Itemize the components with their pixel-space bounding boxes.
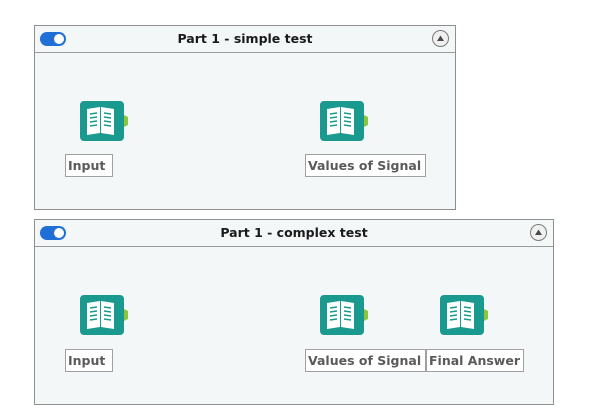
container-title: Part 1 - simple test xyxy=(177,31,313,46)
chevron-up-icon xyxy=(535,229,542,235)
container-header[interactable]: Part 1 - complex test xyxy=(35,220,553,247)
tool-values-of-signal[interactable] xyxy=(320,291,368,339)
book-icon xyxy=(80,295,128,335)
container-title: Part 1 - complex test xyxy=(220,225,368,240)
collapse-button[interactable] xyxy=(530,224,547,241)
tool-label-input[interactable]: Input xyxy=(65,349,113,372)
tool-values-of-signal[interactable] xyxy=(320,97,368,145)
book-icon xyxy=(440,295,488,335)
tool-label-input[interactable]: Input xyxy=(65,154,113,177)
chevron-up-icon xyxy=(437,35,444,41)
tool-input[interactable] xyxy=(80,97,128,145)
tool-input[interactable] xyxy=(80,291,128,339)
tool-final-answer[interactable] xyxy=(440,291,488,339)
container-simple-test[interactable]: Part 1 - simple test Input Values of Sig… xyxy=(34,25,456,210)
tool-label-values-of-signal[interactable]: Values of Signal xyxy=(305,349,426,372)
book-icon xyxy=(320,101,368,141)
collapse-button[interactable] xyxy=(432,30,449,47)
container-complex-test[interactable]: Part 1 - complex test Input Values of Si… xyxy=(34,219,554,405)
tool-label-final-answer[interactable]: Final Answer xyxy=(426,349,524,372)
workflow-canvas[interactable]: Part 1 - simple test Input Values of Sig… xyxy=(0,0,593,417)
tool-label-values-of-signal[interactable]: Values of Signal xyxy=(305,154,426,177)
container-header[interactable]: Part 1 - simple test xyxy=(35,26,455,53)
book-icon xyxy=(320,295,368,335)
book-icon xyxy=(80,101,128,141)
